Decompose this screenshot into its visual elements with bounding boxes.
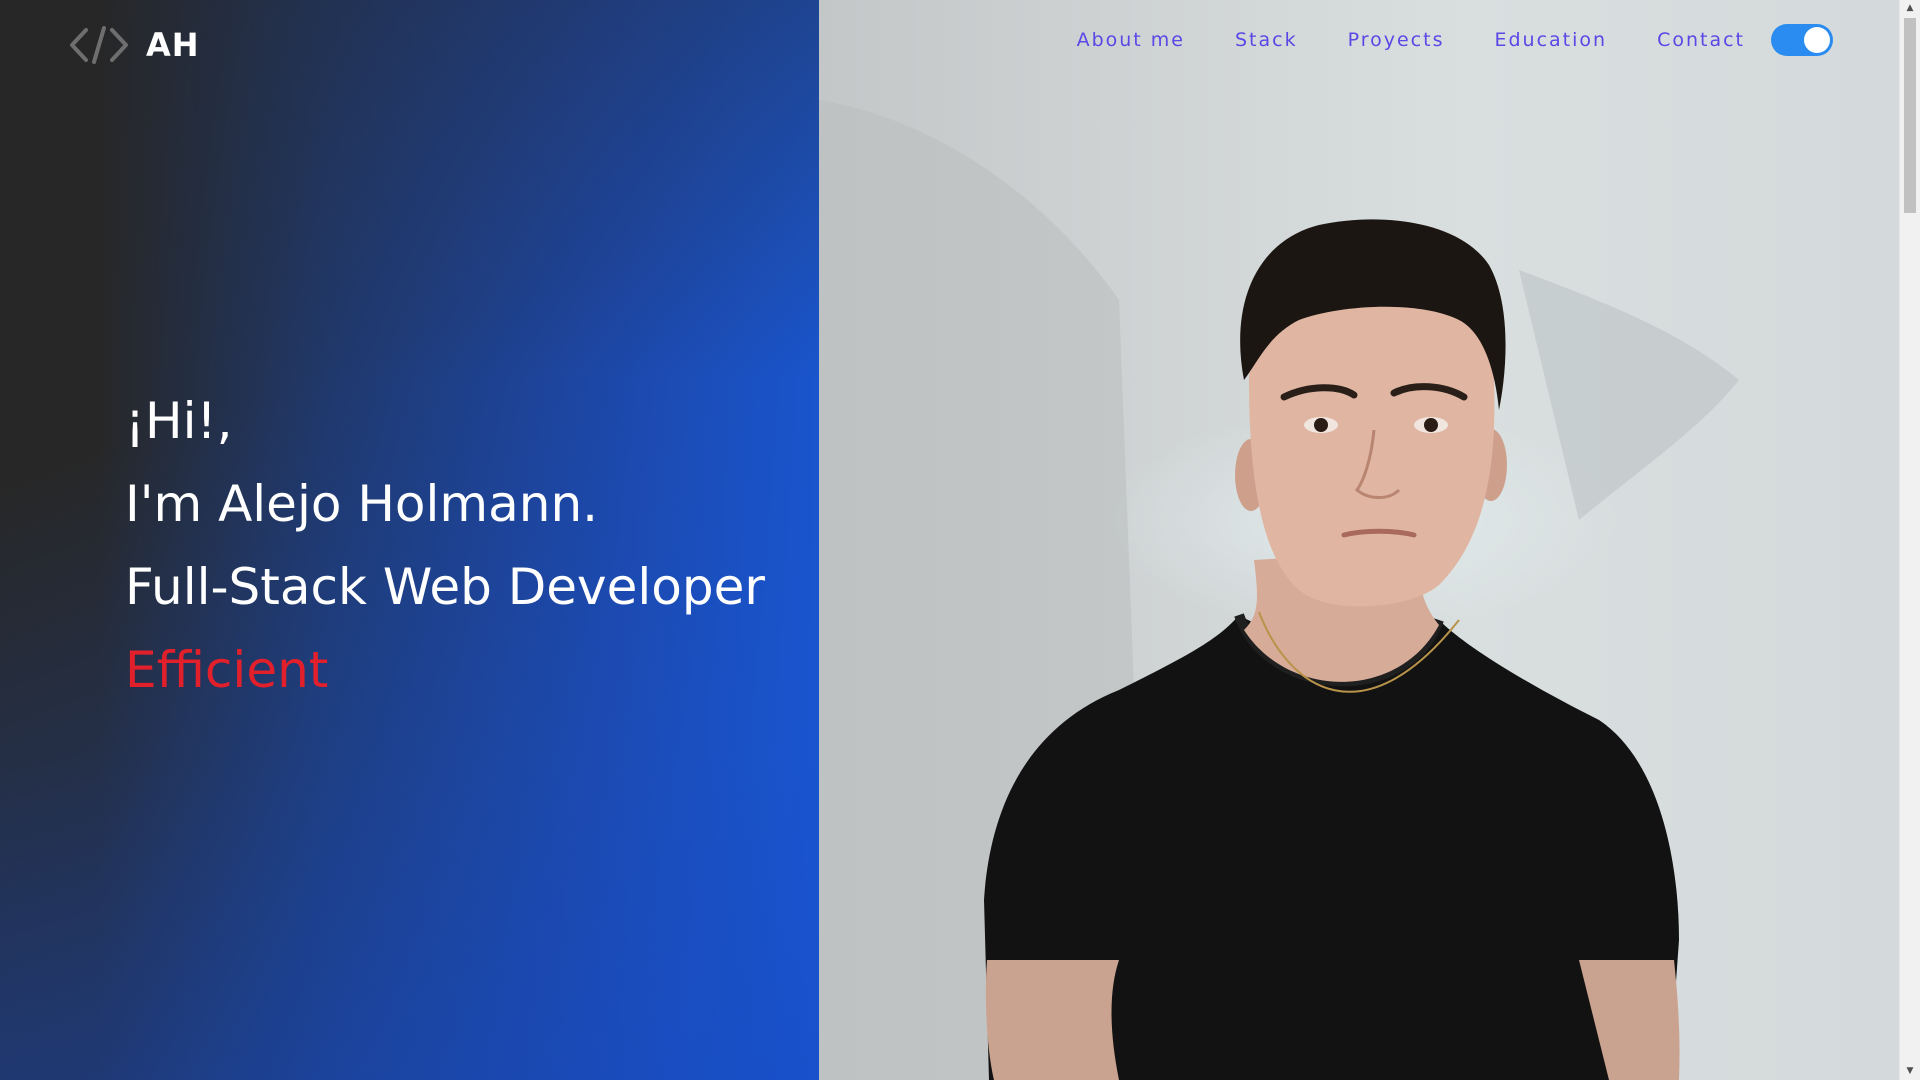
- portrait-illustration: [819, 100, 1739, 1080]
- scroll-thumb[interactable]: [1904, 18, 1916, 213]
- main-nav: About me Stack Proyects Education Contac…: [1027, 24, 1833, 56]
- theme-toggle-icon: [1804, 27, 1830, 53]
- logo-text: AH: [146, 26, 200, 64]
- nav-link-about[interactable]: About me: [1077, 29, 1185, 51]
- hero-typed-word: Efficient: [125, 641, 329, 699]
- hero-greeting: ¡Hi!,: [125, 392, 233, 450]
- hero-panel: AH ¡Hi!, I'm Alejo Holmann. Full-Stack W…: [0, 0, 819, 1080]
- scroll-up-icon[interactable]: ▲: [1900, 0, 1920, 17]
- theme-toggle[interactable]: [1771, 24, 1833, 56]
- hero-role: Full-Stack Web Developer: [125, 558, 765, 616]
- portrait-photo: [819, 0, 1899, 1080]
- site-logo[interactable]: AH: [66, 22, 200, 68]
- hero-text: ¡Hi!, I'm Alejo Holmann. Full-Stack Web …: [125, 380, 765, 712]
- page-scrollbar[interactable]: ▲ ▼: [1899, 0, 1920, 1080]
- nav-link-education[interactable]: Education: [1494, 29, 1607, 51]
- page: AH ¡Hi!, I'm Alejo Holmann. Full-Stack W…: [0, 0, 1920, 1080]
- scroll-down-icon[interactable]: ▼: [1900, 1063, 1920, 1080]
- nav-link-projects[interactable]: Proyects: [1348, 29, 1445, 51]
- nav-link-stack[interactable]: Stack: [1235, 29, 1298, 51]
- code-brackets-icon: [70, 26, 128, 64]
- nav-link-contact[interactable]: Contact: [1657, 29, 1745, 51]
- hero-intro: I'm Alejo Holmann.: [125, 475, 599, 533]
